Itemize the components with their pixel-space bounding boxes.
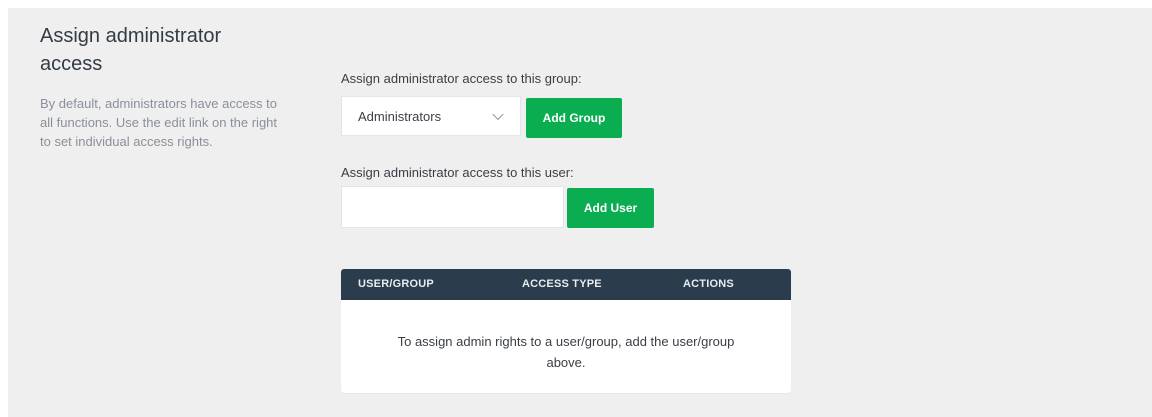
table-empty-message: To assign admin rights to a user/group, …	[397, 334, 735, 370]
section-description: By default, administrators have access t…	[40, 96, 278, 149]
table-header: USER/GROUP ACCESS TYPE ACTIONS	[341, 269, 791, 300]
group-select-value: Administrators	[358, 108, 442, 124]
section-intro: Assign administrator access By default, …	[40, 22, 280, 151]
column-header-actions: ACTIONS	[683, 278, 734, 290]
user-input[interactable]	[341, 186, 564, 228]
group-select[interactable]: Administrators	[341, 96, 521, 136]
column-header-user-group: USER/GROUP	[358, 278, 434, 290]
add-user-button[interactable]: Add User	[567, 188, 654, 228]
chevron-down-icon	[492, 108, 504, 121]
group-assign-label: Assign administrator access to this grou…	[341, 71, 582, 86]
admin-access-panel: Assign administrator access By default, …	[8, 8, 1152, 417]
user-assign-label: Assign administrator access to this user…	[341, 165, 574, 180]
column-header-access-type: ACCESS TYPE	[522, 278, 602, 290]
section-title: Assign administrator access	[40, 25, 222, 75]
admin-access-table: USER/GROUP ACCESS TYPE ACTIONS To assign…	[341, 269, 791, 393]
add-group-button[interactable]: Add Group	[526, 98, 622, 138]
